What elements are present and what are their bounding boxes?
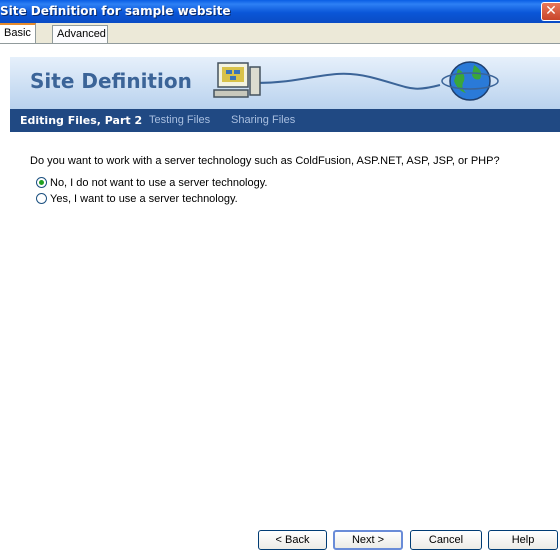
cancel-button[interactable]: Cancel bbox=[410, 530, 482, 550]
step-editing-files: Editing Files, Part 2 bbox=[20, 114, 143, 127]
step-sharing-files: Sharing Files bbox=[231, 114, 296, 126]
tab-advanced[interactable]: Advanced bbox=[52, 25, 108, 43]
banner-heading: Site Definition bbox=[30, 69, 192, 93]
radio-unselected-icon[interactable] bbox=[36, 193, 47, 204]
next-button[interactable]: Next > bbox=[333, 530, 403, 550]
option-no-server[interactable]: No, I do not want to use a server techno… bbox=[36, 177, 267, 189]
computer-icon bbox=[213, 62, 261, 98]
tab-strip: Basic Advanced bbox=[0, 23, 560, 53]
tab-basic[interactable]: Basic bbox=[0, 23, 36, 43]
option-yes-server[interactable]: Yes, I want to use a server technology. bbox=[36, 193, 238, 205]
globe-icon bbox=[441, 61, 499, 101]
radio-selected-icon[interactable] bbox=[36, 177, 47, 188]
server-technology-question: Do you want to work with a server techno… bbox=[30, 155, 500, 167]
step-testing-files: Testing Files bbox=[149, 114, 211, 126]
option-no-label: No, I do not want to use a server techno… bbox=[50, 177, 268, 189]
option-yes-label: Yes, I want to use a server technology. bbox=[50, 193, 238, 205]
window-title: Site Definition for sample website bbox=[0, 4, 231, 18]
help-button[interactable]: Help bbox=[488, 530, 558, 550]
wizard-banner: Site Definition bbox=[10, 57, 560, 109]
close-button[interactable]: ✕ bbox=[541, 2, 560, 21]
wizard-steps: Editing Files, Part 2 Testing Files Shar… bbox=[10, 109, 560, 132]
title-bar[interactable]: Site Definition for sample website ✕ bbox=[0, 0, 560, 23]
close-icon: ✕ bbox=[545, 3, 557, 19]
back-button[interactable]: < Back bbox=[258, 530, 327, 550]
